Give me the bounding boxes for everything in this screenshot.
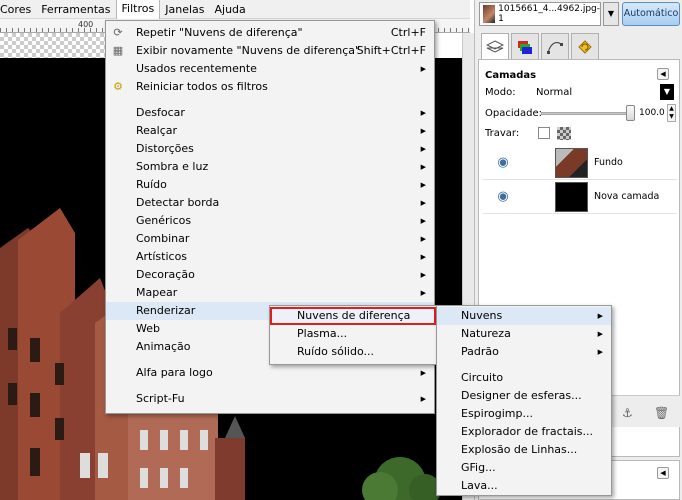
menu-item-mapear[interactable]: Mapear ▶ [106,284,434,302]
menu-item-reshow[interactable]: ▦ Exibir novamente "Nuvens de diferença"… [106,42,434,60]
menu-item-natureza[interactable]: Natureza ▶ [437,325,611,343]
menu-item-decoracao[interactable]: Decoração ▶ [106,266,434,284]
submenu-arrow-icon: ▶ [420,65,426,73]
repeat-icon: ⟳ [113,26,123,39]
opacity-label: Opacidade: [485,108,542,119]
submenu-arrow-icon: ▶ [420,395,426,403]
menu-item-gfig[interactable]: GFig... [437,459,611,477]
submenu-arrow-icon: ▶ [597,312,603,320]
menu-item-combinar[interactable]: Combinar ▶ [106,230,434,248]
layer-thumbnail [555,181,588,212]
submenu-arrow-icon: ▶ [420,289,426,297]
menu-item-script-fu[interactable]: Script-Fu ▶ [106,390,434,408]
submenu-arrow-icon: ▶ [420,199,426,207]
menu-separator [106,382,434,390]
nuvens-submenu: Nuvens ▶ Natureza ▶ Padrão ▶ Circuito Desig… [436,305,612,496]
menu-item-lava[interactable]: Lava... [437,477,611,495]
panel-menu-icon[interactable]: ◀ [657,68,669,80]
menu-item-distorcoes[interactable]: Distorções ▶ [106,140,434,158]
submenu-arrow-icon: ▶ [420,145,426,153]
layer-name: Fundo [594,157,623,168]
channels-tab-icon[interactable] [511,33,539,59]
eye-icon[interactable]: ◉ [483,155,523,170]
image-name: 1015661_4...4962.jpg-1 [498,4,600,24]
menu-item-recent[interactable]: Usados recentemente ▶ [106,60,434,78]
mode-label: Modo: [485,87,516,98]
lock-label: Travar: [485,128,520,139]
submenu-arrow-icon: ▶ [420,235,426,243]
submenu-arrow-icon: ▶ [420,271,426,279]
lock-alpha-icon[interactable] [557,127,571,140]
menu-item-artisticos[interactable]: Artísticos ▶ [106,248,434,266]
menu-ferramentas[interactable]: Ferramentas [36,0,115,19]
opacity-spinner[interactable]: ▲ ▼ [667,104,676,122]
menu-item-sombra-luz[interactable]: Sombra e luz ▶ [106,158,434,176]
menu-janelas[interactable]: Janelas [160,0,209,19]
menu-item-nuvens[interactable]: Nuvens ▶ [437,307,611,325]
anchor-icon[interactable]: ⚓ [622,406,633,420]
submenu-arrow-icon: ▶ [420,127,426,135]
opacity-value[interactable]: 100.0 [639,108,665,118]
image-selector[interactable]: 1015661_4...4962.jpg-1 [479,2,601,26]
menu-item-circuito[interactable]: Circuito [437,369,611,387]
menu-item-desfocar[interactable]: Desfocar ▶ [106,104,434,122]
render-submenu: Nuvens de diferença Plasma... Ruído sóli… [269,305,437,365]
menu-item-plasma[interactable]: Plasma... [270,325,436,343]
menu-item-espirogimp[interactable]: Espirogimp... [437,405,611,423]
trash-icon[interactable]: 🗑 [654,406,669,420]
opacity-slider[interactable] [541,112,629,115]
image-thumbnail [483,5,496,23]
menu-item-realcar[interactable]: Realçar ▶ [106,122,434,140]
layers-title: Camadas [485,70,537,81]
menu-item-ruido-solido[interactable]: Ruído sólido... [270,343,436,361]
menu-item-nuvens-diferenca[interactable]: Nuvens de diferença [270,307,436,325]
menu-item-detectar-borda[interactable]: Detectar borda ▶ [106,194,434,212]
menu-item-reset[interactable]: ⚙ Reiniciar todos os filtros [106,78,434,96]
layer-name: Nova camada [594,191,660,202]
submenu-arrow-icon: ▶ [420,253,426,261]
menu-item-ruido[interactable]: Ruído ▶ [106,176,434,194]
menu-item-explorador-fractais[interactable]: Explorador de fractais... [437,423,611,441]
menubar: Cores Ferramentas Filtros Janelas Ajuda [0,0,470,19]
menu-item-alfa-logo[interactable]: Alfa para logo ▶ [106,364,434,382]
menu-item-designer-esferas[interactable]: Designer de esferas... [437,387,611,405]
submenu-arrow-icon: ▶ [420,163,426,171]
auto-button[interactable]: Automático [622,2,680,26]
menu-ajuda[interactable]: Ajuda [210,0,251,19]
layer-row-nova-camada[interactable]: ◉ Nova camada [483,180,677,214]
lock-pixels-checkbox[interactable] [538,127,550,139]
menu-separator [106,96,434,104]
layers-tab-icon[interactable] [481,33,509,59]
submenu-arrow-icon: ▶ [597,330,603,338]
submenu-arrow-icon: ▶ [420,109,426,117]
menu-item-explosao-linhas[interactable]: Explosão de Linhas... [437,441,611,459]
menu-item-repeat[interactable]: ⟳ Repetir "Nuvens de diferença" Ctrl+F [106,24,434,42]
mode-dropdown-icon[interactable]: ▼ [660,84,674,100]
submenu-arrow-icon: ▶ [420,217,426,225]
submenu-arrow-icon: ▶ [597,348,603,356]
menu-separator [437,361,611,369]
menu-item-padrao[interactable]: Padrão ▶ [437,343,611,361]
eye-icon[interactable]: ◉ [483,189,523,204]
menu-cores[interactable]: Cores [0,0,36,19]
panel-menu-icon[interactable]: ◀ [657,467,669,479]
menu-item-genericos[interactable]: Genéricos ▶ [106,212,434,230]
undo-history-tab-icon[interactable] [571,33,599,59]
transparency-checker [0,33,108,58]
submenu-arrow-icon: ▶ [420,181,426,189]
image-selector-dropdown-icon[interactable]: ▼ [603,2,619,26]
layer-row-fundo[interactable]: ◉ Fundo [483,146,677,180]
menu-filtros[interactable]: Filtros [115,0,161,19]
dock-tabs [481,33,601,59]
submenu-arrow-icon: ▶ [420,369,426,377]
opacity-slider-handle[interactable] [626,105,635,121]
reset-icon: ⚙ [113,80,123,93]
layer-thumbnail [555,147,588,178]
reshow-icon: ▦ [112,44,124,57]
paths-tab-icon[interactable] [541,33,569,59]
mode-value[interactable]: Normal [536,87,572,98]
